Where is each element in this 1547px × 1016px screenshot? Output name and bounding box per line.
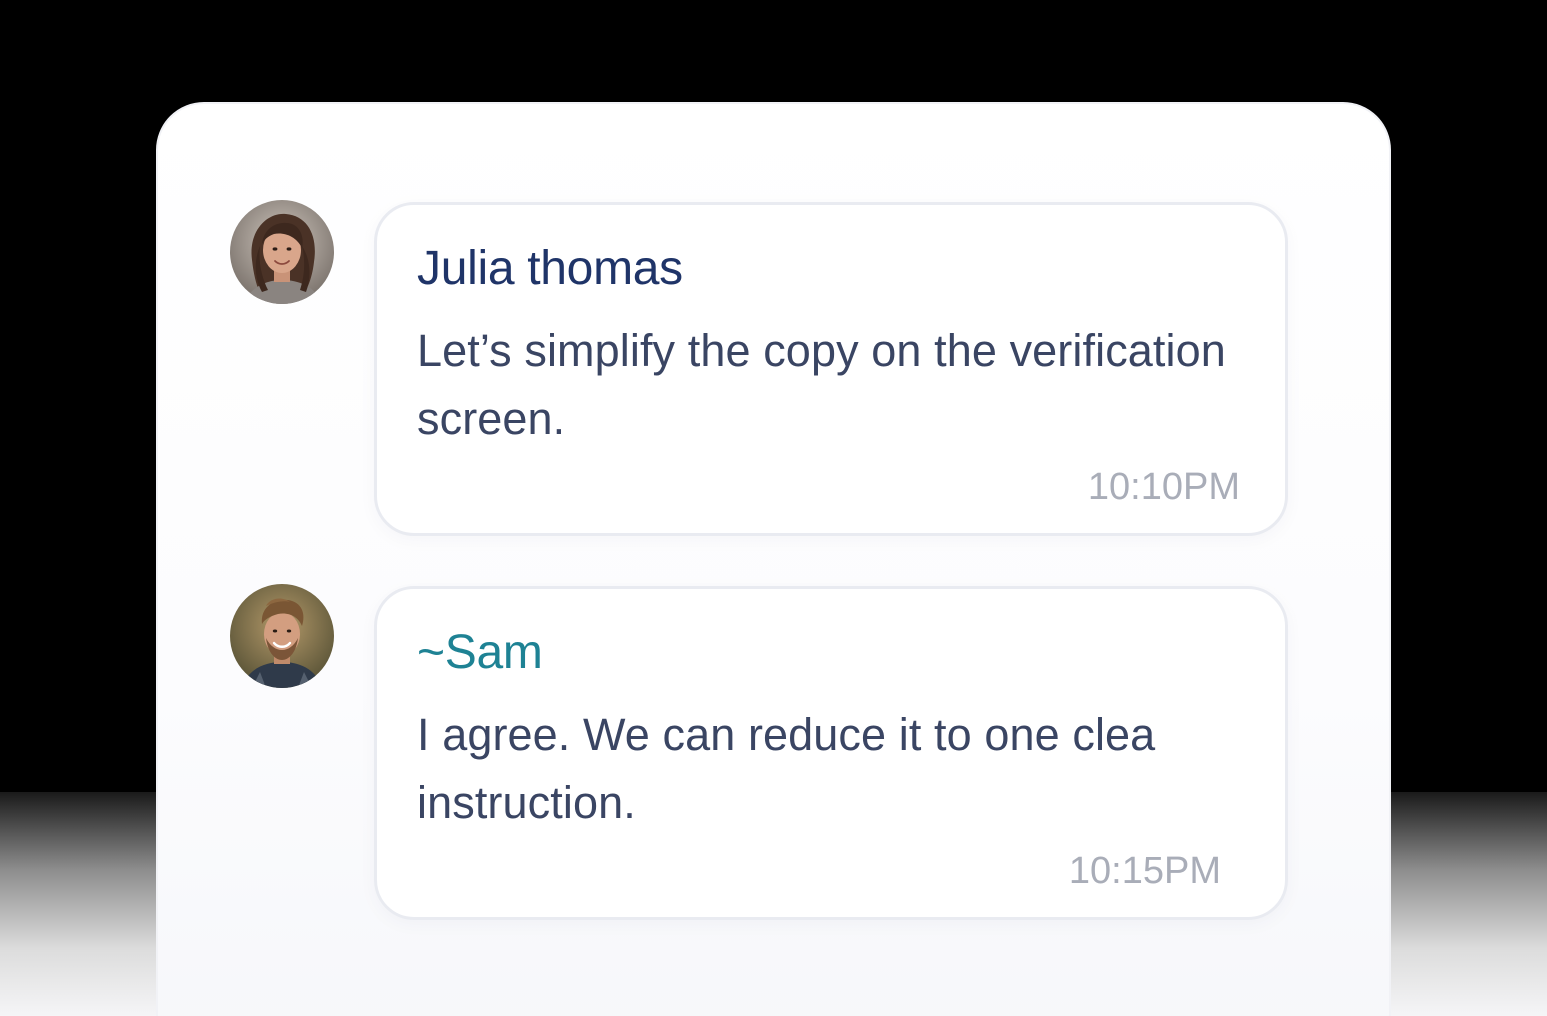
screen: Julia thomas Let’s simplify the copy on …: [0, 0, 1547, 1016]
message-bubble[interactable]: ~Sam I agree. We can reduce it to one cl…: [374, 586, 1288, 920]
avatar-julia[interactable]: [230, 200, 334, 304]
chat-panel: Julia thomas Let’s simplify the copy on …: [156, 102, 1391, 1016]
avatar-photo-man-icon: [230, 584, 334, 688]
avatar-sam[interactable]: [230, 584, 334, 688]
message-bubble[interactable]: Julia thomas Let’s simplify the copy on …: [374, 202, 1288, 536]
avatar-photo-woman-icon: [230, 200, 334, 304]
message-text: Let’s simplify the copy on the verificat…: [417, 325, 1226, 444]
message-timestamp: 10:10PM: [1087, 466, 1240, 508]
message-text: I agree. We can reduce it to one clea in…: [417, 709, 1156, 828]
sender-name: ~Sam: [417, 626, 543, 679]
message-timestamp: 10:15PM: [1068, 850, 1221, 892]
sender-name: Julia thomas: [417, 242, 683, 295]
